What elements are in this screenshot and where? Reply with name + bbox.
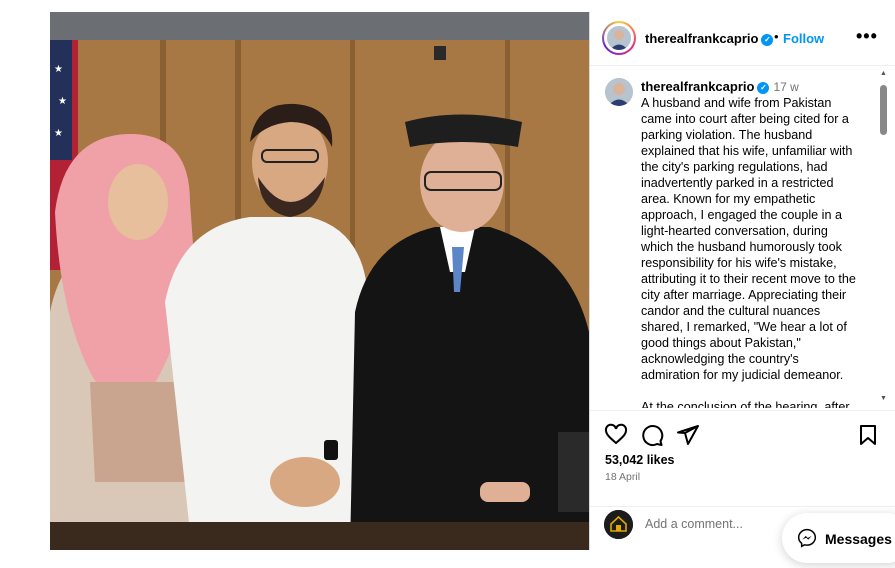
post-photo-illustration: ★ ★ ★ bbox=[50, 12, 589, 550]
likes-count[interactable]: 53,042 likes bbox=[605, 453, 675, 467]
author-username[interactable]: therealfrankcaprio ✓ bbox=[645, 31, 774, 46]
caption-area: therealfrankcaprio ✓ 17 w A husband and wi… bbox=[590, 66, 880, 408]
share-icon[interactable] bbox=[676, 423, 700, 447]
commenter-avatar[interactable] bbox=[604, 510, 633, 539]
verified-badge-icon: ✓ bbox=[761, 33, 774, 46]
caption-author-avatar-image bbox=[605, 78, 633, 106]
post-date[interactable]: 18 April bbox=[605, 471, 640, 483]
comment-input[interactable]: Add a comment... bbox=[645, 517, 743, 531]
bookmark-icon[interactable] bbox=[856, 423, 880, 447]
author-avatar[interactable] bbox=[602, 21, 636, 55]
caption-author-avatar[interactable] bbox=[605, 78, 633, 106]
svg-text:★: ★ bbox=[54, 64, 63, 75]
more-options-icon[interactable]: ••• bbox=[856, 26, 878, 47]
verified-badge-icon: ✓ bbox=[757, 81, 770, 94]
post-time-ago[interactable]: 17 w bbox=[773, 80, 798, 94]
caption-body: A husband and wife from Pakistan came in… bbox=[641, 96, 856, 382]
house-logo-icon bbox=[604, 510, 633, 539]
comment-icon[interactable] bbox=[640, 423, 664, 447]
post-actions: 53,042 likes 18 April bbox=[590, 410, 895, 506]
scroll-down-icon[interactable]: ▼ bbox=[880, 395, 887, 402]
heart-icon[interactable] bbox=[604, 423, 628, 447]
caption-author[interactable]: therealfrankcaprio ✓ 17 w bbox=[641, 79, 799, 94]
scrollbar-thumb[interactable] bbox=[880, 85, 887, 135]
messages-button[interactable]: Messages bbox=[782, 513, 895, 563]
caption-text: A husband and wife from Pakistan came in… bbox=[641, 95, 859, 408]
caption-cutoff: At the conclusion of the hearing, after bbox=[641, 400, 850, 408]
post-header: therealfrankcaprio ✓ • Follow ••• bbox=[590, 12, 895, 66]
follow-button[interactable]: Follow bbox=[783, 31, 824, 46]
scroll-up-icon[interactable]: ▲ bbox=[880, 70, 887, 77]
svg-text:★: ★ bbox=[54, 128, 63, 139]
separator-dot: • bbox=[774, 29, 779, 44]
caption-scrollbar[interactable]: ▲ ▼ bbox=[879, 70, 889, 402]
svg-text:★: ★ bbox=[58, 96, 67, 107]
post-sidebar: therealfrankcaprio ✓ • Follow ••• thereal… bbox=[589, 12, 895, 550]
post-photo[interactable]: ★ ★ ★ bbox=[50, 12, 589, 550]
author-avatar-image bbox=[607, 26, 631, 50]
messenger-icon bbox=[797, 528, 817, 548]
messages-label: Messages bbox=[825, 531, 892, 547]
